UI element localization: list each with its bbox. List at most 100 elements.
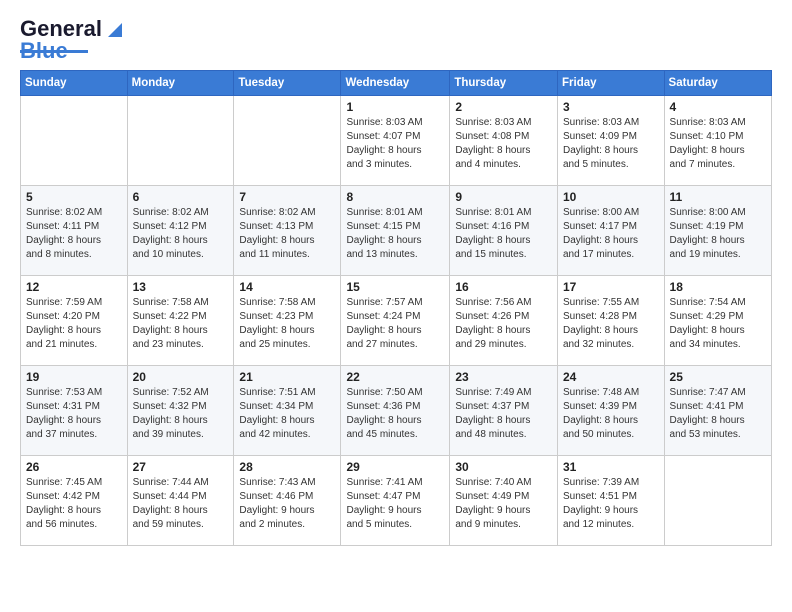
day-info: Sunrise: 7:44 AMSunset: 4:44 PMDaylight:… — [133, 476, 229, 532]
calendar-table: SundayMondayTuesdayWednesdayThursdayFrid… — [20, 70, 772, 546]
weekday-header-sunday: Sunday — [21, 71, 128, 96]
day-info: Sunrise: 8:02 AMSunset: 4:11 PMDaylight:… — [26, 206, 122, 262]
calendar-cell: 2Sunrise: 8:03 AMSunset: 4:08 PMDaylight… — [450, 96, 558, 186]
day-info: Sunrise: 8:00 AMSunset: 4:17 PMDaylight:… — [563, 206, 659, 262]
day-info: Sunrise: 8:02 AMSunset: 4:13 PMDaylight:… — [239, 206, 335, 262]
calendar-cell: 12 Sunrise: 7:59 AMSunset: 4:20 PMDayligh… — [21, 276, 128, 366]
calendar-cell: 19 Sunrise: 7:53 AMSunset: 4:31 PMDayligh… — [21, 366, 128, 456]
calendar-cell: 11 Sunrise: 8:00 AMSunset: 4:19 PMDayligh… — [664, 186, 771, 276]
day-number: 23 — [455, 370, 552, 384]
calendar-cell: 25 Sunrise: 7:47 AMSunset: 4:41 PMDayligh… — [664, 366, 771, 456]
day-info: Sunrise: 8:03 AMSunset: 4:09 PMDaylight:… — [563, 116, 659, 172]
day-number: 9 — [455, 190, 552, 204]
weekday-header-monday: Monday — [127, 71, 234, 96]
day-number: 7 — [239, 190, 335, 204]
day-number: 31 — [563, 460, 659, 474]
day-number: 1 — [346, 100, 444, 114]
page: General Blue SundayMondayTuesdayWednesda… — [0, 0, 792, 556]
calendar-cell: 31Sunrise: 7:39 AMSunset: 4:51 PMDayligh… — [558, 456, 665, 546]
calendar-cell: 6 Sunrise: 8:02 AMSunset: 4:12 PMDaylight… — [127, 186, 234, 276]
day-number: 16 — [455, 280, 552, 294]
day-info: Sunrise: 8:01 AMSunset: 4:16 PMDaylight:… — [455, 206, 552, 262]
calendar-cell — [21, 96, 128, 186]
day-info: Sunrise: 8:03 AMSunset: 4:10 PMDaylight:… — [670, 116, 766, 172]
day-number: 17 — [563, 280, 659, 294]
day-number: 15 — [346, 280, 444, 294]
weekday-header-wednesday: Wednesday — [341, 71, 450, 96]
calendar-cell: 27 Sunrise: 7:44 AMSunset: 4:44 PMDayligh… — [127, 456, 234, 546]
day-number: 12 — [26, 280, 122, 294]
calendar-cell: 26Sunrise: 7:45 AMSunset: 4:42 PMDayligh… — [21, 456, 128, 546]
weekday-header-friday: Friday — [558, 71, 665, 96]
calendar-cell: 1 Sunrise: 8:03 AMSunset: 4:07 PMDaylight… — [341, 96, 450, 186]
calendar-cell: 13Sunrise: 7:58 AMSunset: 4:22 PMDayligh… — [127, 276, 234, 366]
calendar-cell: 23 Sunrise: 7:49 AMSunset: 4:37 PMDayligh… — [450, 366, 558, 456]
calendar-cell — [664, 456, 771, 546]
day-info: Sunrise: 7:59 AMSunset: 4:20 PMDaylight:… — [26, 296, 122, 352]
day-number: 28 — [239, 460, 335, 474]
day-number: 30 — [455, 460, 552, 474]
logo: General Blue — [20, 16, 126, 64]
day-number: 20 — [133, 370, 229, 384]
weekday-header-saturday: Saturday — [664, 71, 771, 96]
day-info: Sunrise: 7:41 AMSunset: 4:47 PMDaylight:… — [346, 476, 444, 532]
calendar-cell: 8 Sunrise: 8:01 AMSunset: 4:15 PMDaylight… — [341, 186, 450, 276]
day-info: Sunrise: 7:54 AMSunset: 4:29 PMDaylight:… — [670, 296, 766, 352]
calendar-cell: 7 Sunrise: 8:02 AMSunset: 4:13 PMDaylight… — [234, 186, 341, 276]
calendar-cell — [127, 96, 234, 186]
day-info: Sunrise: 8:03 AMSunset: 4:08 PMDaylight:… — [455, 116, 552, 172]
day-info: Sunrise: 7:53 AMSunset: 4:31 PMDaylight:… — [26, 386, 122, 442]
day-number: 4 — [670, 100, 766, 114]
day-info: Sunrise: 7:49 AMSunset: 4:37 PMDaylight:… — [455, 386, 552, 442]
calendar-cell: 30Sunrise: 7:40 AMSunset: 4:49 PMDayligh… — [450, 456, 558, 546]
calendar-cell: 15 Sunrise: 7:57 AMSunset: 4:24 PMDayligh… — [341, 276, 450, 366]
calendar-cell: 22Sunrise: 7:50 AMSunset: 4:36 PMDayligh… — [341, 366, 450, 456]
day-info: Sunrise: 7:48 AMSunset: 4:39 PMDaylight:… — [563, 386, 659, 442]
calendar-cell: 17 Sunrise: 7:55 AMSunset: 4:28 PMDayligh… — [558, 276, 665, 366]
calendar-cell: 3 Sunrise: 8:03 AMSunset: 4:09 PMDaylight… — [558, 96, 665, 186]
calendar-cell: 9 Sunrise: 8:01 AMSunset: 4:16 PMDaylight… — [450, 186, 558, 276]
calendar-cell: 24 Sunrise: 7:48 AMSunset: 4:39 PMDayligh… — [558, 366, 665, 456]
day-number: 26 — [26, 460, 122, 474]
day-number: 21 — [239, 370, 335, 384]
calendar-cell: 29 Sunrise: 7:41 AMSunset: 4:47 PMDayligh… — [341, 456, 450, 546]
day-info: Sunrise: 7:58 AMSunset: 4:23 PMDaylight:… — [239, 296, 335, 352]
day-number: 25 — [670, 370, 766, 384]
day-number: 11 — [670, 190, 766, 204]
day-number: 18 — [670, 280, 766, 294]
day-info: Sunrise: 7:51 AMSunset: 4:34 PMDaylight:… — [239, 386, 335, 442]
day-info: Sunrise: 8:00 AMSunset: 4:19 PMDaylight:… — [670, 206, 766, 262]
day-number: 24 — [563, 370, 659, 384]
calendar-cell: 4 Sunrise: 8:03 AMSunset: 4:10 PMDaylight… — [664, 96, 771, 186]
day-number: 5 — [26, 190, 122, 204]
calendar-cell: 20Sunrise: 7:52 AMSunset: 4:32 PMDayligh… — [127, 366, 234, 456]
day-info: Sunrise: 7:57 AMSunset: 4:24 PMDaylight:… — [346, 296, 444, 352]
weekday-header-tuesday: Tuesday — [234, 71, 341, 96]
calendar-week-2: 5 Sunrise: 8:02 AMSunset: 4:11 PMDaylight… — [21, 186, 772, 276]
calendar-cell — [234, 96, 341, 186]
calendar-cell: 5 Sunrise: 8:02 AMSunset: 4:11 PMDaylight… — [21, 186, 128, 276]
day-info: Sunrise: 7:47 AMSunset: 4:41 PMDaylight:… — [670, 386, 766, 442]
day-number: 27 — [133, 460, 229, 474]
day-info: Sunrise: 8:03 AMSunset: 4:07 PMDaylight:… — [346, 116, 444, 172]
day-number: 10 — [563, 190, 659, 204]
calendar-cell: 16Sunrise: 7:56 AMSunset: 4:26 PMDayligh… — [450, 276, 558, 366]
day-info: Sunrise: 7:43 AMSunset: 4:46 PMDaylight:… — [239, 476, 335, 532]
day-number: 14 — [239, 280, 335, 294]
day-number: 3 — [563, 100, 659, 114]
day-number: 6 — [133, 190, 229, 204]
logo-blue: Blue — [20, 38, 68, 64]
day-info: Sunrise: 8:01 AMSunset: 4:15 PMDaylight:… — [346, 206, 444, 262]
day-info: Sunrise: 7:55 AMSunset: 4:28 PMDaylight:… — [563, 296, 659, 352]
day-number: 8 — [346, 190, 444, 204]
day-number: 22 — [346, 370, 444, 384]
calendar-cell: 28 Sunrise: 7:43 AMSunset: 4:46 PMDayligh… — [234, 456, 341, 546]
calendar-week-5: 26Sunrise: 7:45 AMSunset: 4:42 PMDayligh… — [21, 456, 772, 546]
calendar-cell: 21 Sunrise: 7:51 AMSunset: 4:34 PMDayligh… — [234, 366, 341, 456]
weekday-header-row: SundayMondayTuesdayWednesdayThursdayFrid… — [21, 71, 772, 96]
day-info: Sunrise: 8:02 AMSunset: 4:12 PMDaylight:… — [133, 206, 229, 262]
calendar-week-1: 1 Sunrise: 8:03 AMSunset: 4:07 PMDaylight… — [21, 96, 772, 186]
logo-icon — [104, 19, 126, 41]
day-number: 29 — [346, 460, 444, 474]
day-number: 19 — [26, 370, 122, 384]
